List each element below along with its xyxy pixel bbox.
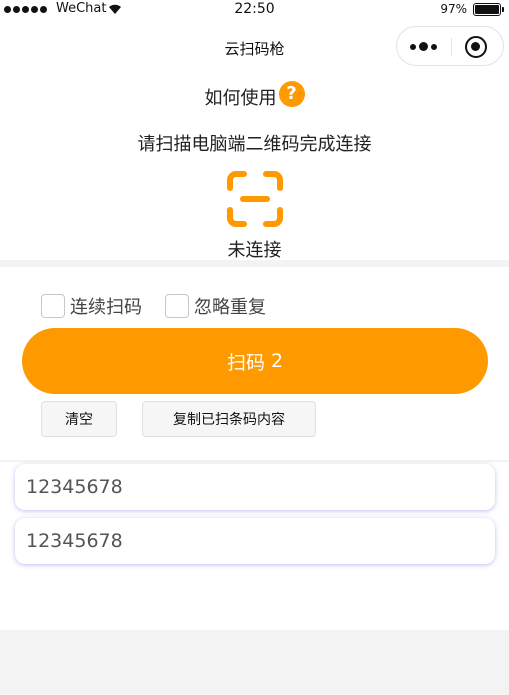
how-to-use-label: 如何使用 <box>204 88 277 109</box>
copy-results-button[interactable]: 复制已扫条码内容 <box>142 401 316 437</box>
continuous-scan-option[interactable]: 连续扫码 <box>41 293 142 319</box>
scan-controls: 连续扫码 忽略重复 扫码 2 清空 复制已扫条码内容 <box>0 267 509 460</box>
clock: 22:50 <box>234 1 275 17</box>
ignore-duplicates-option[interactable]: 忽略重复 <box>165 293 266 319</box>
close-miniprogram-icon[interactable] <box>465 36 487 58</box>
list-item[interactable]: 12345678 <box>15 464 495 510</box>
connection-panel: 如何使用 ? 请扫描电脑端二维码完成连接 未连接 <box>0 70 509 261</box>
nav-bar: 云扫码枪 <box>0 20 509 70</box>
continuous-scan-label: 连续扫码 <box>70 297 142 318</box>
scan-button[interactable]: 扫码 2 <box>22 328 488 394</box>
app-screen: WeChat 22:50 97% 云扫码枪 如何使用 ? 请扫描电脑端二维码完成… <box>0 0 509 695</box>
battery-icon <box>473 3 504 16</box>
miniprogram-capsule <box>396 26 504 66</box>
how-to-use-link[interactable]: 如何使用 ? <box>0 81 509 110</box>
scan-count: 2 <box>270 350 284 372</box>
scan-qr-icon[interactable] <box>226 170 284 228</box>
list-item[interactable]: 12345678 <box>15 518 495 564</box>
scan-button-label: 扫码 <box>226 351 265 374</box>
question-icon[interactable]: ? <box>278 81 305 107</box>
scan-results-list: 12345678 12345678 <box>0 462 509 630</box>
status-bar: WeChat 22:50 97% <box>0 0 509 20</box>
battery-percentage: 97% <box>440 2 467 16</box>
continuous-scan-checkbox[interactable] <box>41 294 65 318</box>
capsule-divider <box>451 38 452 56</box>
connection-status: 未连接 <box>227 240 282 261</box>
ignore-duplicates-label: 忽略重复 <box>194 297 266 318</box>
ignore-duplicates-checkbox[interactable] <box>165 294 189 318</box>
more-icon[interactable] <box>410 42 437 51</box>
scan-instruction: 请扫描电脑端二维码完成连接 <box>137 134 372 155</box>
clear-button[interactable]: 清空 <box>41 401 117 437</box>
